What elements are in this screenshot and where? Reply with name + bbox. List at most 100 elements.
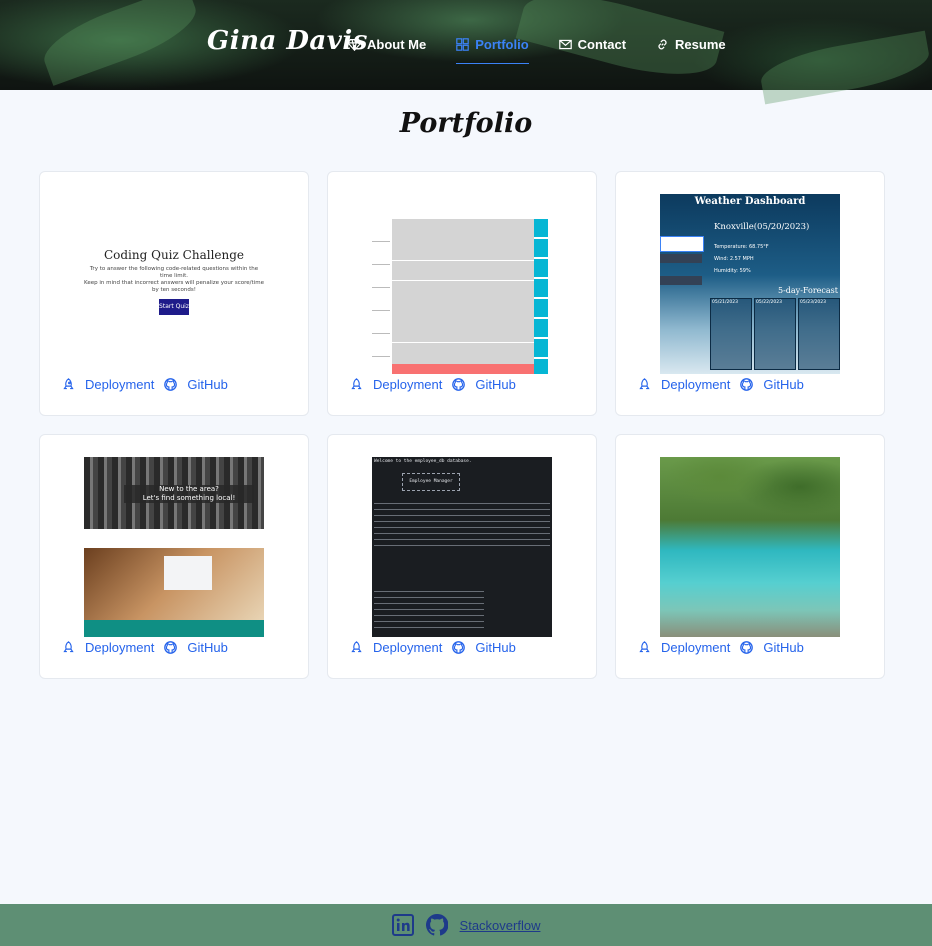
project-screenshot[interactable]: Coding Quiz Challenge Try to answer the …: [84, 194, 264, 374]
forecast-day: 05/22/2023: [754, 298, 796, 370]
github-icon: [740, 641, 754, 654]
link-label: GitHub: [475, 640, 516, 655]
github-link[interactable]: GitHub: [452, 640, 516, 655]
forecast-day: 05/21/2023: [710, 298, 752, 370]
header-banner: Gina Davis About Me Portfolio Contact Re…: [0, 0, 932, 105]
page-title: Portfolio: [399, 108, 533, 139]
rocket-icon: [351, 641, 362, 653]
weather-title: Weather Dashboard: [694, 196, 806, 207]
project-card: New to the area? Let's find something lo…: [39, 434, 309, 679]
quiz-title: Coding Quiz Challenge: [103, 248, 245, 262]
employee-table: [374, 503, 550, 551]
quiz-description: Try to answer the following code-related…: [84, 266, 264, 294]
quiz-line: Try to answer the following code-related…: [89, 266, 259, 272]
deployment-link[interactable]: Deployment: [350, 377, 442, 392]
project-screenshot[interactable]: [372, 194, 552, 374]
scheduler-grid: [392, 219, 534, 369]
link-label: GitHub: [763, 640, 804, 655]
link-label: Deployment: [373, 640, 443, 655]
forecast-title: 5-day-Forecast: [778, 286, 838, 295]
link-label: GitHub: [475, 377, 516, 392]
highscore-link: [84, 204, 264, 212]
hero-headline: New to the area? Let's find something lo…: [124, 485, 254, 503]
nav-label: Contact: [577, 36, 627, 52]
weather-city: Knoxville(05/20/2023): [714, 222, 810, 232]
nav-label: Resume: [675, 36, 726, 52]
github-link[interactable]: GitHub: [164, 640, 228, 655]
quiz-line: Keep in mind that incorrect answers will…: [84, 280, 264, 286]
github-icon: [452, 641, 466, 654]
rocket-icon: [63, 641, 74, 653]
card-links: Deployment GitHub: [350, 377, 516, 392]
project-screenshot[interactable]: New to the area? Let's find something lo…: [84, 457, 264, 637]
forecast-cards: 05/21/2023 05/22/2023 05/23/2023: [710, 298, 840, 370]
divider: [392, 342, 534, 343]
quiz-line: time limit.: [159, 273, 189, 279]
card-links: Deployment GitHub: [62, 640, 228, 655]
project-screenshot[interactable]: [660, 457, 840, 637]
link-label: Deployment: [373, 377, 443, 392]
github-link[interactable]: GitHub: [740, 377, 804, 392]
github-icon: [164, 378, 178, 391]
rocket-icon: [351, 378, 362, 390]
main-nav: About Me Portfolio Contact Resume: [348, 34, 756, 64]
department-table: [374, 591, 484, 633]
linkedin-icon[interactable]: [391, 914, 414, 936]
card-links: Deployment GitHub: [638, 377, 804, 392]
github-icon[interactable]: [425, 914, 448, 936]
leaf-decoration: [36, 0, 204, 86]
project-card: Weather Dashboard Knoxville(05/20/2023) …: [615, 171, 885, 416]
github-icon: [740, 378, 754, 391]
weather-wind: Wind: 2.57 MPH: [714, 256, 754, 262]
app-banner: Employee Manager: [402, 473, 460, 491]
search-button: [660, 254, 702, 263]
history-button: [660, 276, 702, 285]
city-search-input: [660, 236, 704, 252]
project-card: Welcome to the employee_db database. Emp…: [327, 434, 597, 679]
project-screenshot[interactable]: Weather Dashboard Knoxville(05/20/2023) …: [660, 194, 840, 374]
card-links: Deployment GitHub: [350, 640, 516, 655]
past-hour-row: [392, 364, 534, 374]
rocket-icon: [639, 378, 650, 390]
github-link[interactable]: GitHub: [740, 640, 804, 655]
link-label: GitHub: [187, 640, 228, 655]
quiz-line: by ten seconds!: [152, 287, 196, 293]
headline-text: Let's find something local!: [142, 493, 236, 502]
deployment-link[interactable]: Deployment: [350, 640, 442, 655]
project-card: Coding Quiz Challenge Try to answer the …: [39, 171, 309, 416]
deployment-link[interactable]: Deployment: [638, 640, 730, 655]
link-label: GitHub: [763, 377, 804, 392]
grid-icon: [456, 37, 470, 51]
github-link[interactable]: GitHub: [164, 377, 228, 392]
link-label: Deployment: [85, 377, 155, 392]
github-link[interactable]: GitHub: [452, 377, 516, 392]
deployment-link[interactable]: Deployment: [62, 377, 154, 392]
project-screenshot[interactable]: Welcome to the employee_db database. Emp…: [372, 457, 552, 637]
card-links: Deployment GitHub: [62, 377, 228, 392]
project-card: Deployment GitHub: [327, 171, 597, 416]
deployment-link[interactable]: Deployment: [638, 377, 730, 392]
terminal-header: Welcome to the employee_db database.: [374, 459, 472, 464]
footer: Stackoverflow: [0, 904, 932, 946]
brand-logo[interactable]: Gina Davis: [207, 26, 368, 56]
weather-humidity: Humidity: 59%: [714, 268, 751, 274]
nav-label: Portfolio: [475, 36, 529, 52]
nav-label: About Me: [367, 36, 427, 52]
link-label: Deployment: [661, 640, 731, 655]
nav-contact[interactable]: Contact: [558, 34, 627, 54]
nav-about-me[interactable]: About Me: [348, 34, 426, 54]
forecast-day: 05/23/2023: [798, 298, 840, 370]
nav-resume[interactable]: Resume: [656, 34, 726, 54]
weather-temp: Temperature: 68.75°F: [714, 244, 769, 250]
rocket-icon: [63, 378, 74, 390]
divider: [392, 260, 534, 261]
project-card: Deployment GitHub: [615, 434, 885, 679]
stackoverflow-link[interactable]: Stackoverflow: [460, 918, 541, 933]
save-buttons-column: [534, 219, 548, 374]
diamond-icon: [348, 38, 361, 51]
map-widget: [164, 556, 212, 590]
deployment-link[interactable]: Deployment: [62, 640, 154, 655]
github-icon: [452, 378, 466, 391]
link-label: Deployment: [85, 640, 155, 655]
nav-portfolio[interactable]: Portfolio: [456, 34, 530, 64]
